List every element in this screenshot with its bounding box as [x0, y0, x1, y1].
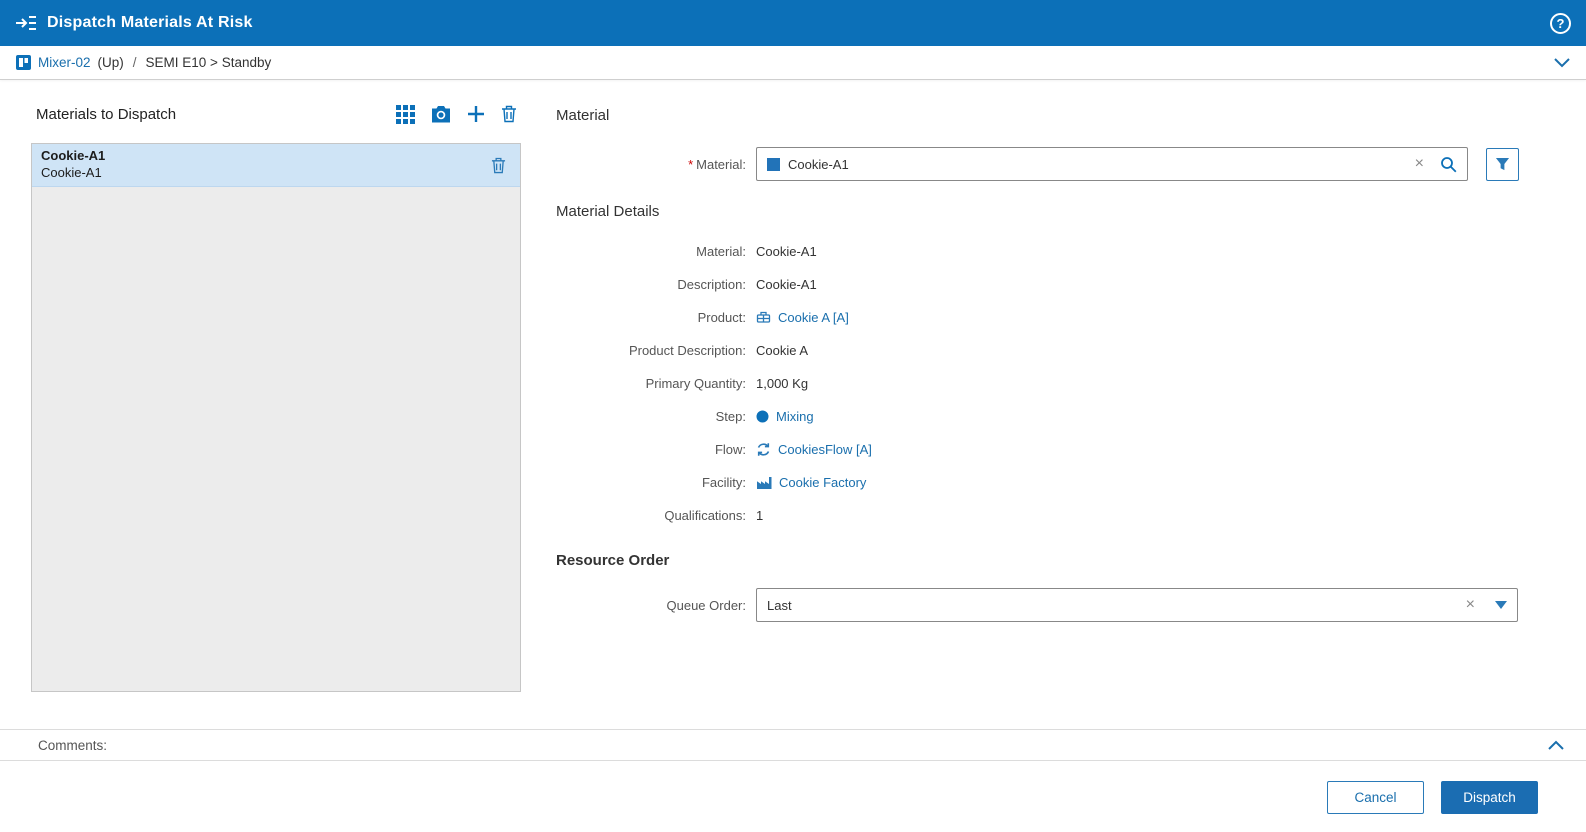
- queue-order-dropdown[interactable]: Last ×: [756, 588, 1518, 622]
- product-link[interactable]: Cookie A [A]: [778, 310, 849, 325]
- list-item-text: Cookie-A1 Cookie-A1: [41, 148, 105, 182]
- detail-value: Cookie-A1: [756, 277, 817, 292]
- search-icon[interactable]: [1440, 156, 1457, 173]
- comments-label: Comments:: [38, 737, 108, 753]
- detail-value: Cookie A: [756, 343, 809, 358]
- queue-order-label: Queue Order:: [666, 597, 747, 613]
- detail-value: Cookie-A1: [756, 244, 817, 259]
- clear-material-icon[interactable]: ×: [1413, 156, 1426, 172]
- help-icon[interactable]: ?: [1550, 12, 1571, 34]
- dispatch-icon: [15, 15, 37, 31]
- delete-item-icon[interactable]: [491, 157, 506, 174]
- cancel-button[interactable]: Cancel: [1327, 780, 1424, 814]
- materials-list: Cookie-A1 Cookie-A1: [31, 143, 521, 692]
- delete-icon[interactable]: [501, 105, 517, 123]
- queue-order-row: Queue Order: Last ×: [556, 588, 1528, 622]
- title-bar: Dispatch Materials At Risk ?: [0, 0, 1586, 46]
- clear-queue-order-icon[interactable]: ×: [1464, 597, 1477, 613]
- material-form-panel: Material * Material: Cookie-A1 × Materia…: [556, 95, 1528, 622]
- chevron-down-icon[interactable]: [1554, 57, 1570, 68]
- dispatch-materials-window: Dispatch Materials At Risk ? Mixer-02 (U…: [0, 0, 1586, 832]
- detail-value: 1: [756, 508, 764, 523]
- detail-row-qualifications: Qualifications: 1: [664, 508, 764, 523]
- dropdown-caret-icon[interactable]: [1495, 601, 1507, 609]
- resource-link[interactable]: Mixer-02: [38, 55, 91, 70]
- resource-status: SEMI E10 > Standby: [145, 55, 272, 70]
- materials-toolbar: [396, 104, 517, 124]
- list-item-subtitle: Cookie-A1: [41, 165, 102, 180]
- detail-row-primary-quantity: Primary Quantity: 1,000 Kg: [645, 376, 809, 391]
- detail-row-flow: Flow: CookiesFlow [A]: [714, 442, 872, 457]
- materials-panel-title: Materials to Dispatch: [36, 105, 177, 123]
- materials-panel-header: Materials to Dispatch: [31, 95, 521, 133]
- material-details: Material: Cookie-A1 Description: Cookie-…: [556, 235, 1528, 532]
- material-field-row: * Material: Cookie-A1 ×: [556, 147, 1528, 181]
- detail-row-facility: Facility: Cookie Factory: [701, 475, 867, 490]
- material-combobox-value: Cookie-A1: [788, 156, 849, 172]
- step-icon: [756, 410, 769, 423]
- funnel-icon: [1495, 157, 1510, 172]
- grid-view-icon[interactable]: [396, 104, 415, 124]
- breadcrumb: Mixer-02 (Up) / SEMI E10 > Standby: [0, 46, 1586, 80]
- list-item[interactable]: Cookie-A1 Cookie-A1: [32, 144, 520, 187]
- flow-link[interactable]: CookiesFlow [A]: [778, 442, 872, 457]
- queue-order-value: Last: [767, 597, 792, 613]
- material-details-title: Material Details: [556, 203, 660, 220]
- facility-link[interactable]: Cookie Factory: [779, 475, 866, 490]
- page-title: Dispatch Materials At Risk: [47, 14, 253, 31]
- detail-row-product: Product: Cookie A [A]: [697, 310, 849, 325]
- breadcrumb-separator: /: [132, 55, 137, 70]
- detail-value: 1,000 Kg: [756, 376, 809, 391]
- detail-row-step: Step: Mixing: [715, 409, 814, 424]
- list-item-title: Cookie-A1: [41, 148, 106, 164]
- material-field-label: * Material:: [688, 156, 746, 172]
- camera-icon[interactable]: [431, 105, 451, 123]
- comments-section[interactable]: Comments:: [0, 729, 1586, 761]
- detail-row-description: Description: Cookie-A1: [677, 277, 817, 292]
- equipment-icon: [16, 55, 31, 70]
- flow-icon: [756, 442, 771, 457]
- facility-icon: [756, 476, 772, 490]
- chevron-up-icon[interactable]: [1548, 740, 1564, 750]
- step-link[interactable]: Mixing: [776, 409, 814, 424]
- material-type-icon: [767, 157, 780, 171]
- material-combobox[interactable]: Cookie-A1 ×: [756, 147, 1468, 181]
- materials-panel: Materials to Dispatch Cookie-A1 Cookie-A…: [31, 95, 521, 692]
- detail-row-product-description: Product Description: Cookie A: [628, 343, 809, 358]
- material-section-title: Material: [556, 107, 610, 124]
- footer-bar: Cancel Dispatch: [0, 762, 1586, 832]
- dispatch-button[interactable]: Dispatch: [1441, 780, 1538, 814]
- filter-button[interactable]: [1486, 147, 1519, 181]
- add-icon[interactable]: [467, 105, 485, 123]
- required-marker: *: [688, 156, 694, 172]
- resource-state: (Up): [97, 55, 124, 70]
- resource-order-title: Resource Order: [556, 552, 670, 569]
- product-icon: [756, 311, 771, 325]
- detail-row-material: Material: Cookie-A1: [696, 244, 817, 259]
